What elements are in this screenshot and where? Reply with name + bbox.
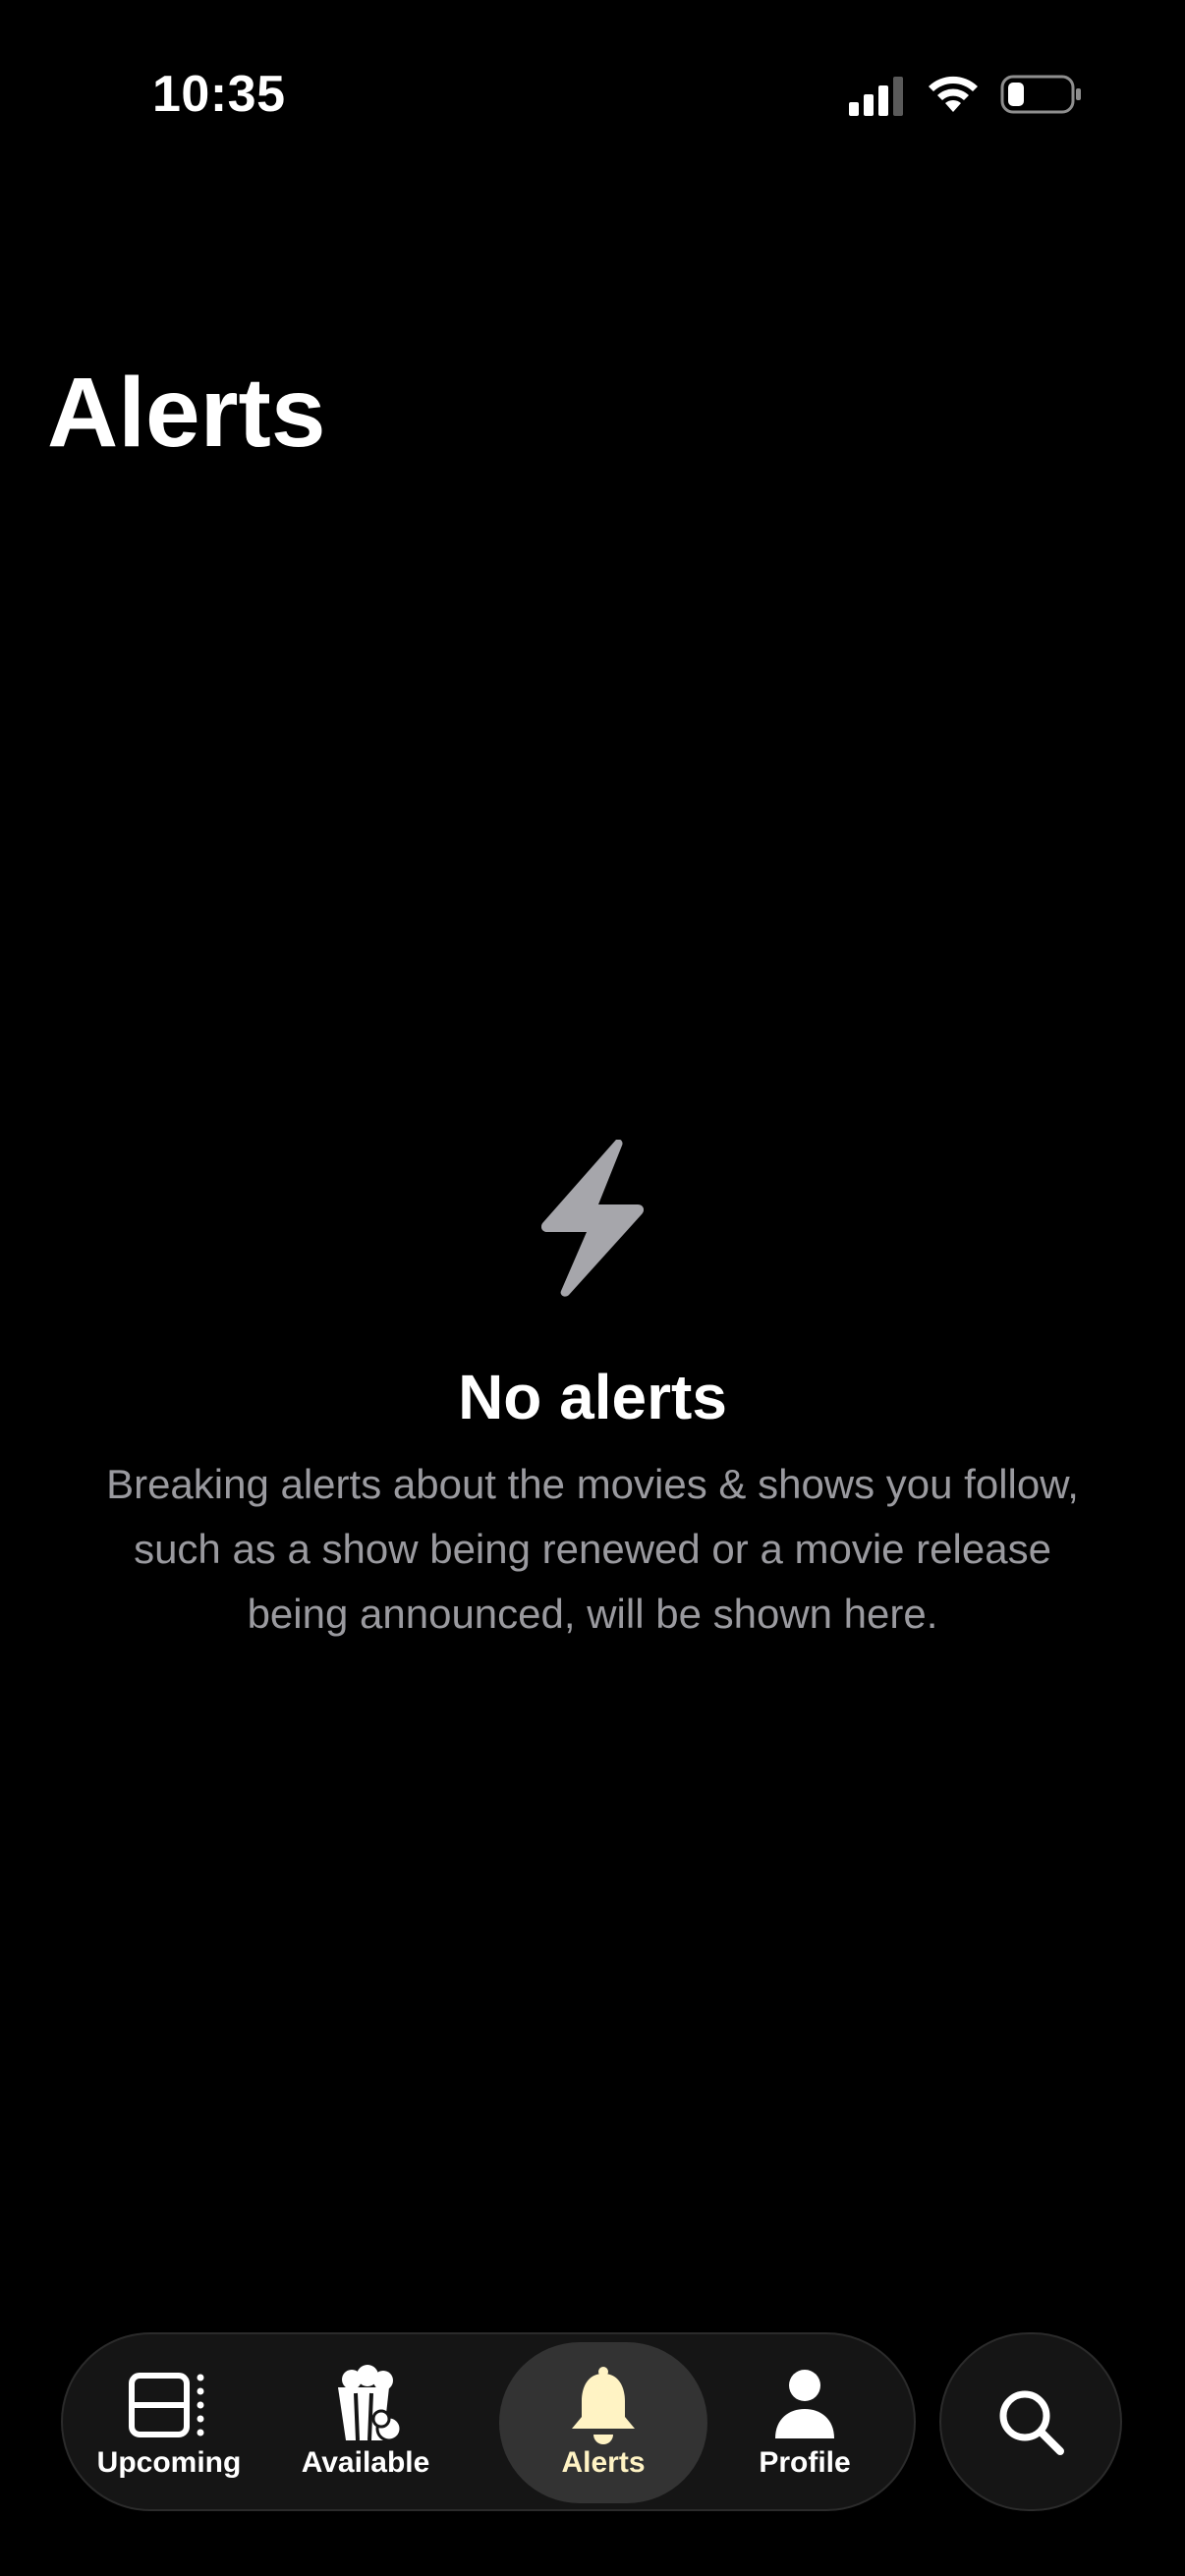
tab-bar: Upcoming Available Alerts Profile (61, 2332, 916, 2511)
status-time: 10:35 (152, 66, 286, 123)
tab-upcoming[interactable]: Upcoming (83, 2334, 255, 2509)
wifi-icon (929, 76, 978, 112)
status-bar: 10:35 (0, 0, 1185, 196)
tab-label: Alerts (561, 2446, 646, 2479)
empty-state: No alerts Breaking alerts about the movi… (0, 1140, 1185, 1647)
battery-icon (1000, 75, 1081, 114)
cellular-signal-icon (849, 77, 903, 116)
popcorn-icon (338, 2365, 403, 2442)
tab-alerts[interactable]: Alerts (499, 2334, 707, 2509)
empty-state-description: Breaking alerts about the movies & shows… (106, 1461, 1079, 1637)
empty-state-title: No alerts (458, 1362, 727, 1432)
tab-profile[interactable]: Profile (711, 2334, 898, 2509)
tab-label: Available (301, 2446, 430, 2479)
tab-label: Profile (759, 2446, 851, 2479)
calendar-list-icon (129, 2373, 204, 2437)
bell-icon (572, 2367, 635, 2444)
search-icon (999, 2390, 1064, 2455)
tab-available[interactable]: Available (279, 2334, 452, 2509)
person-icon (775, 2370, 834, 2438)
tab-label: Upcoming (96, 2446, 242, 2479)
lightning-bolt-icon (541, 1140, 644, 1297)
page-title: Alerts (47, 358, 326, 468)
search-button[interactable] (939, 2332, 1122, 2511)
